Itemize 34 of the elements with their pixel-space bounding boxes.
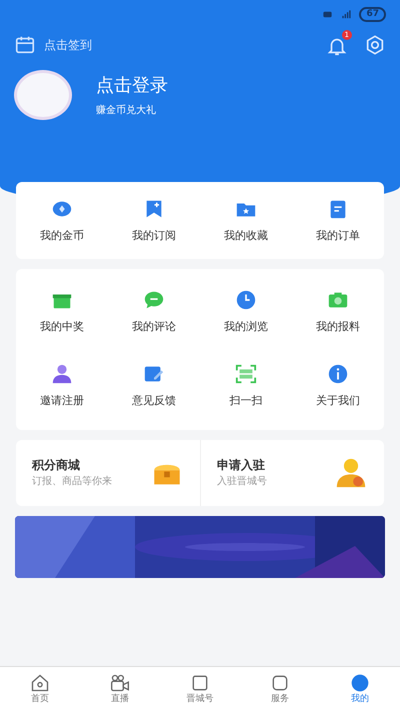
scan-icon[interactable] bbox=[235, 363, 257, 385]
shortcut-title: 积分商城 bbox=[32, 457, 81, 474]
tab-item[interactable]: 我的 bbox=[320, 667, 400, 712]
menu-item[interactable]: 扫一扫 bbox=[230, 393, 262, 410]
shortcut-card[interactable]: 积分商城 订报、商品等你来 bbox=[16, 440, 200, 506]
tab-item[interactable]: 晋城号 bbox=[160, 667, 240, 712]
shortcut-subtitle: 入驻晋城号 bbox=[217, 474, 268, 489]
profile-subtitle: 赚金币兑大礼 bbox=[96, 104, 157, 118]
tab-item[interactable]: 直播 bbox=[80, 667, 160, 712]
menu-item[interactable]: 我的收藏 bbox=[224, 228, 268, 244]
shortcut-title: 申请入驻 bbox=[217, 457, 266, 474]
login-link[interactable]: 点击登录 bbox=[96, 72, 168, 99]
menu-item[interactable]: 邀请注册 bbox=[40, 393, 84, 410]
menu-item[interactable]: 我的评论 bbox=[132, 318, 176, 335]
tab-item[interactable]: 首页 bbox=[0, 667, 80, 712]
menu-item[interactable]: 我的浏览 bbox=[224, 318, 268, 335]
calendar-icon[interactable] bbox=[14, 34, 36, 56]
shortcut-subtitle: 订报、商品等你来 bbox=[32, 474, 113, 489]
menu-item[interactable]: 意见反馈 bbox=[132, 393, 176, 410]
menu-item[interactable]: 我的金币 bbox=[40, 228, 84, 244]
menu-item[interactable]: 我的报料 bbox=[316, 318, 360, 335]
settings-icon[interactable] bbox=[364, 34, 386, 56]
info-icon[interactable] bbox=[327, 363, 349, 385]
tab-item[interactable]: 服务 bbox=[240, 667, 320, 712]
battery-level: 67 bbox=[359, 6, 386, 22]
user-icon[interactable] bbox=[51, 363, 73, 385]
shortcut-card[interactable]: 申请入驻 入驻晋城号 bbox=[200, 440, 384, 506]
home-icon[interactable] bbox=[30, 672, 50, 693]
video-camera-icon[interactable] bbox=[110, 672, 130, 693]
menu-item[interactable]: 我的订阅 bbox=[132, 228, 176, 244]
menu-item[interactable]: 我的订单 bbox=[316, 228, 360, 244]
menu-item[interactable]: 关于我们 bbox=[316, 393, 360, 410]
clock-icon[interactable] bbox=[235, 288, 257, 310]
menu-item[interactable]: 我的中奖 bbox=[40, 318, 84, 335]
